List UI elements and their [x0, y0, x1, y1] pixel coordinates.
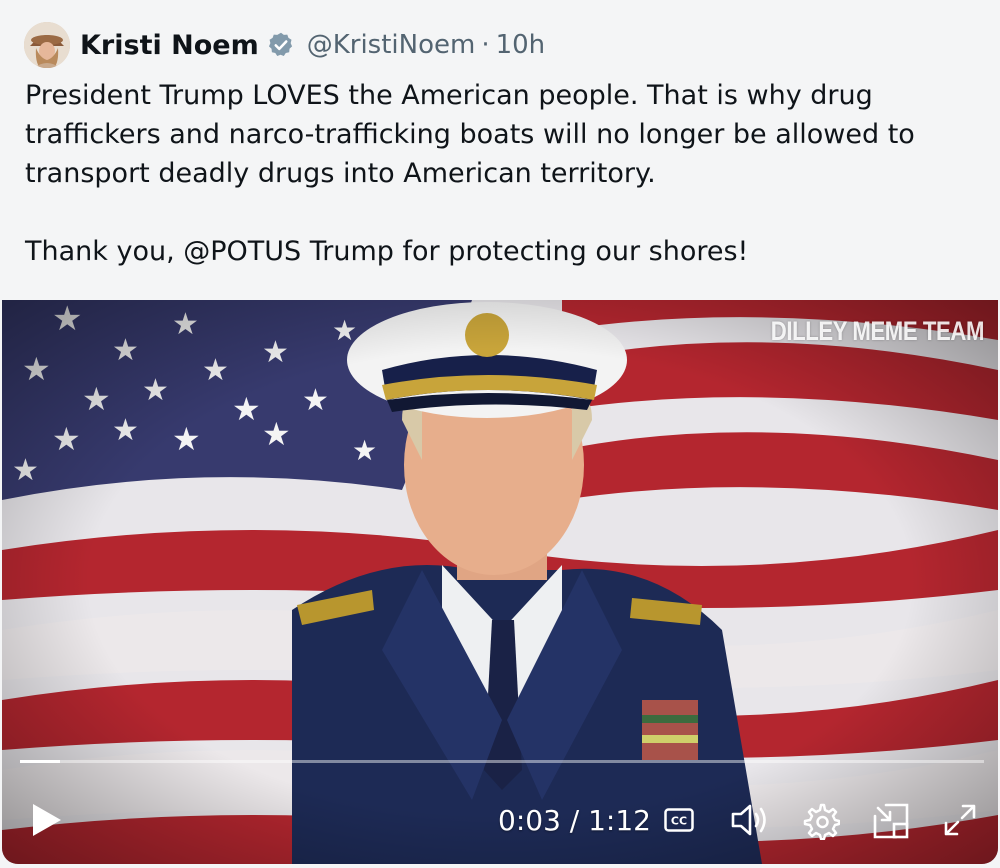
play-icon[interactable] [30, 802, 64, 838]
tweet-text: President Trump LOVES the American peopl… [25, 76, 975, 271]
avatar[interactable] [24, 22, 70, 68]
tweet-card: Kristi Noem @KristiNoem · 10h President … [0, 0, 1000, 868]
watermark: DILLEY MEME TEAM [770, 316, 985, 346]
video-player[interactable]: ★ ★ ★ ★ ★ ★ ★ ★ ★ ★ ★ ★ ★ ★ ★ ★ ★ [2, 300, 998, 864]
svg-text:CC: CC [671, 815, 687, 828]
author-handle[interactable]: @KristiNoem [307, 30, 476, 60]
tweet-text-paragraph: President Trump LOVES the American peopl… [25, 80, 915, 189]
progress-fill [20, 760, 61, 763]
volume-icon[interactable] [730, 802, 770, 838]
progress-bar[interactable] [20, 760, 984, 763]
verified-badge-icon [268, 32, 292, 56]
gear-icon[interactable] [802, 802, 840, 840]
video-controls: 0:03 / 1:12 CC [2, 764, 998, 864]
tweet-text-paragraph: Thank you, @POTUS Trump for protecting o… [25, 236, 749, 267]
post-time[interactable]: 10h [496, 30, 546, 60]
fullscreen-icon[interactable] [942, 802, 978, 838]
separator-dot: · [481, 30, 490, 60]
timecode: 0:03 / 1:12 [498, 804, 651, 837]
closed-captions-icon[interactable]: CC [664, 808, 694, 832]
author-name[interactable]: Kristi Noem [80, 30, 259, 61]
tweet-header: Kristi Noem @KristiNoem · 10h [24, 18, 545, 72]
picture-in-picture-icon[interactable] [872, 802, 910, 840]
